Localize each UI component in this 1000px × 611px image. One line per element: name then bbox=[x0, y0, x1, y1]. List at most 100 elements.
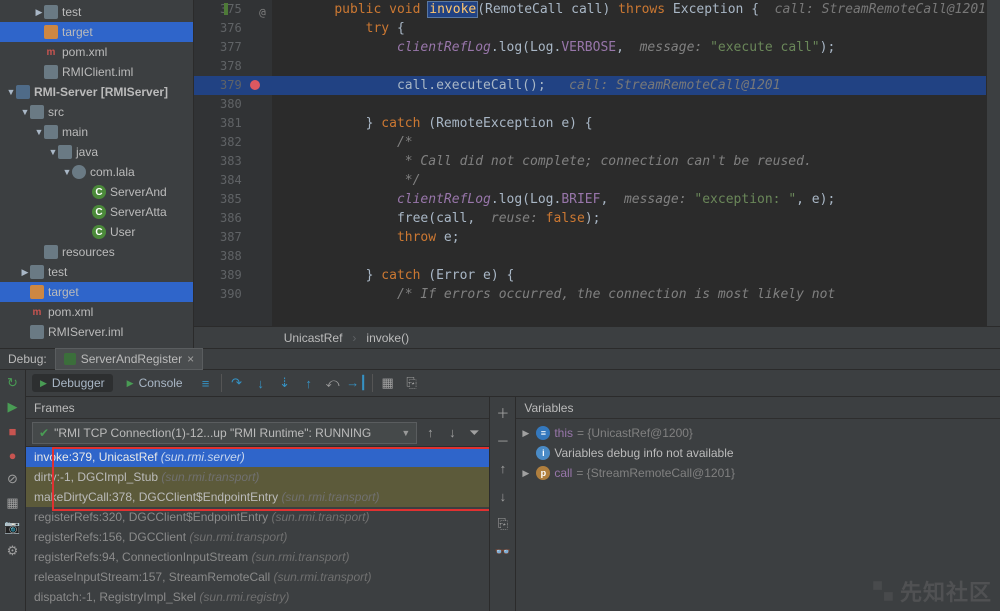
step-out-button[interactable]: ↑ bbox=[300, 374, 318, 392]
code-body[interactable]: public void invoke(RemoteCall call) thro… bbox=[272, 0, 986, 326]
tree-arrow[interactable]: ▼ bbox=[20, 107, 30, 117]
tree-arrow[interactable]: ▶ bbox=[34, 7, 44, 18]
glasses-icon[interactable]: 👓 bbox=[494, 543, 512, 561]
drop-frame-button[interactable]: ⤺ bbox=[324, 374, 342, 392]
tree-arrow[interactable]: ▼ bbox=[62, 167, 72, 177]
code-line[interactable] bbox=[272, 57, 986, 76]
evaluate-button[interactable]: ▦ bbox=[379, 374, 397, 392]
stop-button[interactable]: ■ bbox=[4, 422, 22, 440]
breakpoint-icon[interactable] bbox=[250, 80, 260, 90]
filter-frames-button[interactable]: ⏷ bbox=[465, 424, 483, 442]
gutter-row[interactable]: 378 bbox=[194, 57, 272, 76]
force-step-into-button[interactable]: ⇣ bbox=[276, 374, 294, 392]
tree-node[interactable]: ▼ src bbox=[0, 102, 193, 122]
gutter-row[interactable]: 384 bbox=[194, 171, 272, 190]
gutter-row[interactable]: 382 bbox=[194, 133, 272, 152]
editor-scrollbar[interactable] bbox=[986, 0, 1000, 326]
gutter-row[interactable]: 388 bbox=[194, 247, 272, 266]
mute-bp-button[interactable]: ⊘ bbox=[4, 470, 22, 488]
tree-node[interactable]: ▶ test bbox=[0, 2, 193, 22]
new-watch-button[interactable]: ＋ bbox=[494, 403, 512, 421]
code-line[interactable] bbox=[272, 95, 986, 114]
stack-frame[interactable]: registerRefs:156, DGCClient (sun.rmi.tra… bbox=[26, 527, 489, 547]
code-line[interactable]: * Call did not complete; connection can'… bbox=[272, 152, 986, 171]
gutter-row[interactable]: 389 bbox=[194, 266, 272, 285]
threads-icon[interactable]: ≡ bbox=[197, 374, 215, 392]
tree-node[interactable]: m pom.xml bbox=[0, 42, 193, 62]
code-line[interactable]: /* If errors occurred, the connection is… bbox=[272, 285, 986, 304]
next-frame-button[interactable]: ↓ bbox=[443, 424, 461, 442]
gutter-row[interactable]: 387 bbox=[194, 228, 272, 247]
project-tree[interactable]: ▶ test target m pom.xml RMIClient.iml ▼ … bbox=[0, 0, 194, 348]
prev-frame-button[interactable]: ↑ bbox=[421, 424, 439, 442]
settings-icon[interactable]: ⚙ bbox=[4, 542, 22, 560]
tree-arrow[interactable]: ▼ bbox=[48, 147, 58, 157]
down-button[interactable]: ↓ bbox=[494, 487, 512, 505]
tree-node[interactable]: C ServerAnd bbox=[0, 182, 193, 202]
breadcrumb[interactable]: UnicastRef › invoke() bbox=[194, 326, 1000, 348]
gutter-row[interactable]: 383 bbox=[194, 152, 272, 171]
expand-arrow[interactable]: ▶ bbox=[522, 428, 532, 439]
tree-node[interactable]: C ServerAtta bbox=[0, 202, 193, 222]
code-line[interactable]: clientRefLog.log(Log.BRIEF, message: "ex… bbox=[272, 190, 986, 209]
gutter-row[interactable]: 380 bbox=[194, 95, 272, 114]
gutter-row[interactable]: 376 bbox=[194, 19, 272, 38]
code-line[interactable]: } catch (RemoteException e) { bbox=[272, 114, 986, 133]
tree-node[interactable]: target bbox=[0, 282, 193, 302]
thread-selector[interactable]: ✔ "RMI TCP Connection(1)-12...up "RMI Ru… bbox=[32, 422, 417, 444]
up-button[interactable]: ↑ bbox=[494, 459, 512, 477]
frames-list[interactable]: invoke:379, UnicastRef (sun.rmi.server)d… bbox=[26, 447, 489, 611]
layout-button[interactable]: ▦ bbox=[4, 494, 22, 512]
code-line[interactable]: clientRefLog.log(Log.VERBOSE, message: "… bbox=[272, 38, 986, 57]
breakpoints-button[interactable]: ● bbox=[4, 446, 22, 464]
tree-node[interactable]: resources bbox=[0, 242, 193, 262]
stack-frame[interactable]: dirty:-1, DGCImpl_Stub (sun.rmi.transpor… bbox=[26, 467, 489, 487]
trace-button[interactable]: ⎘ bbox=[403, 374, 421, 392]
stack-frame[interactable]: releaseInputStream:157, StreamRemoteCall… bbox=[26, 567, 489, 587]
console-tab[interactable]: ▶Console bbox=[119, 374, 191, 392]
gutter-row[interactable]: 386 bbox=[194, 209, 272, 228]
tree-arrow[interactable]: ▼ bbox=[34, 127, 44, 137]
editor-gutter[interactable]: 375 @ 376 377 378 379 380 381 bbox=[194, 0, 272, 326]
gutter-row[interactable]: 385 bbox=[194, 190, 272, 209]
gutter-row[interactable]: 375 @ bbox=[194, 0, 272, 19]
code-line[interactable]: } catch (Error e) { bbox=[272, 266, 986, 285]
camera-icon[interactable]: 📷 bbox=[4, 518, 22, 536]
code-line[interactable]: */ bbox=[272, 171, 986, 190]
tree-node[interactable]: ▼ java bbox=[0, 142, 193, 162]
step-over-button[interactable]: ↷ bbox=[228, 374, 246, 392]
breadcrumb-method[interactable]: invoke() bbox=[366, 331, 409, 345]
stack-frame[interactable]: makeDirtyCall:378, DGCClient$EndpointEnt… bbox=[26, 487, 489, 507]
stack-frame[interactable]: invoke:379, UnicastRef (sun.rmi.server) bbox=[26, 447, 489, 467]
variables-tree[interactable]: ▶ ≡ this = {UnicastRef@1200} i Variables… bbox=[516, 419, 1000, 611]
code-line[interactable]: try { bbox=[272, 19, 986, 38]
tree-arrow[interactable]: ▼ bbox=[6, 87, 16, 97]
code-line[interactable]: free(call, reuse: false); bbox=[272, 209, 986, 228]
tree-node[interactable]: C User bbox=[0, 222, 193, 242]
expand-arrow[interactable]: ▶ bbox=[522, 468, 532, 479]
code-line[interactable]: /* bbox=[272, 133, 986, 152]
tree-node[interactable]: ▼ main bbox=[0, 122, 193, 142]
stack-frame[interactable]: registerRefs:320, DGCClient$EndpointEntr… bbox=[26, 507, 489, 527]
var-call[interactable]: ▶ p call = {StreamRemoteCall@1201} bbox=[522, 463, 994, 483]
stack-frame[interactable]: dispatch:-1, RegistryImpl_Skel (sun.rmi.… bbox=[26, 587, 489, 607]
gutter-row[interactable]: 390 bbox=[194, 285, 272, 304]
tree-node[interactable]: RMIServer.iml bbox=[0, 322, 193, 342]
code-line[interactable]: call.executeCall(); call: StreamRemoteCa… bbox=[272, 76, 986, 95]
code-line[interactable]: public void invoke(RemoteCall call) thro… bbox=[272, 0, 986, 19]
resume-button[interactable]: ▶ bbox=[4, 398, 22, 416]
copy-button[interactable]: ⎘ bbox=[494, 515, 512, 533]
code-line[interactable] bbox=[272, 247, 986, 266]
rerun-button[interactable]: ↻ bbox=[4, 374, 22, 392]
close-icon[interactable]: × bbox=[187, 352, 194, 366]
tree-node[interactable]: ▼ com.lala bbox=[0, 162, 193, 182]
gutter-row[interactable]: 381 bbox=[194, 114, 272, 133]
debug-config-tab[interactable]: ServerAndRegister × bbox=[55, 348, 203, 370]
tree-arrow[interactable]: ▶ bbox=[20, 267, 30, 278]
tree-node[interactable]: ▼ RMI-Server [RMIServer] bbox=[0, 82, 193, 102]
debugger-tab[interactable]: ▶Debugger bbox=[32, 374, 113, 392]
tree-node[interactable]: RMIClient.iml bbox=[0, 62, 193, 82]
tree-node[interactable]: ▶ test bbox=[0, 262, 193, 282]
remove-watch-button[interactable]: － bbox=[494, 431, 512, 449]
code-editor[interactable]: 375 @ 376 377 378 379 380 381 bbox=[194, 0, 1000, 348]
